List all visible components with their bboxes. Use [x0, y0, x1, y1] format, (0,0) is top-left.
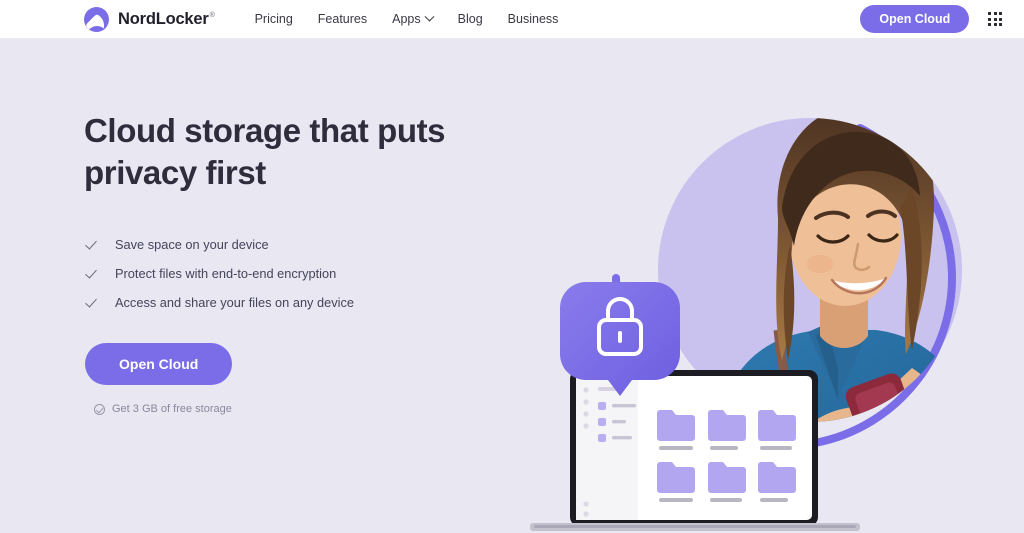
nav-item-apps[interactable]: Apps [392, 11, 435, 26]
free-storage-note: Get 3 GB of free storage [94, 403, 514, 415]
benefits-list: Save space on your device Protect files … [84, 230, 514, 317]
grid-dot [988, 22, 992, 26]
headline-line-2: privacy first [84, 154, 266, 191]
check-icon [87, 296, 100, 309]
benefit-label: Save space on your device [115, 237, 269, 252]
grid-dot [988, 12, 992, 16]
nav-label: Pricing [254, 12, 293, 26]
nav-label: Apps [392, 12, 421, 26]
nav-label: Blog [457, 12, 483, 26]
benefit-label: Protect files with end-to-end encryption [115, 266, 337, 281]
hero-open-cloud-button[interactable]: Open Cloud [85, 343, 233, 385]
header-open-cloud-button[interactable]: Open Cloud [860, 5, 970, 33]
free-storage-label: Get 3 GB of free storage [112, 403, 232, 415]
grid-dot [988, 17, 992, 21]
header-actions: Open Cloud [860, 5, 1008, 33]
hero-section: Cloud storage that puts privacy first Sa… [0, 38, 1024, 533]
brand-logo[interactable]: NordLocker® [84, 6, 215, 32]
nav-item-pricing[interactable]: Pricing [255, 12, 293, 26]
grid-dot [999, 12, 1002, 16]
hero-copy: Cloud storage that puts privacy first Sa… [84, 110, 514, 415]
circle-check-icon [94, 403, 105, 415]
list-item: Protect files with end-to-end encryption [84, 259, 514, 288]
nav-label: Features [317, 12, 368, 26]
main-navigation: Pricing Features Apps Blog Business [255, 11, 559, 26]
brand-name: NordLocker® [118, 9, 215, 28]
trademark-mark: ® [209, 12, 215, 19]
check-icon [87, 267, 100, 280]
nav-item-business[interactable]: Business [508, 12, 559, 26]
nav-item-blog[interactable]: Blog [458, 12, 483, 26]
grid-dot [999, 22, 1002, 26]
grid-dot [993, 22, 997, 26]
hero-illustration [520, 68, 990, 533]
list-item: Save space on your device [84, 230, 514, 259]
benefit-label: Access and share your files on any devic… [115, 295, 355, 310]
chevron-down-icon [424, 11, 435, 22]
page-title: Cloud storage that puts privacy first [84, 110, 514, 194]
headline-line-1: Cloud storage that puts [84, 112, 446, 149]
list-item: Access and share your files on any devic… [84, 288, 514, 317]
grid-dot [993, 12, 997, 16]
nav-label: Business [507, 12, 559, 26]
nav-item-features[interactable]: Features [318, 12, 367, 26]
site-header: NordLocker® Pricing Features Apps Blog B… [0, 0, 1024, 38]
grid-dot [999, 17, 1002, 21]
check-icon [87, 238, 100, 251]
apps-grid-icon[interactable] [988, 12, 1002, 26]
grid-dot [993, 17, 997, 21]
laptop-file-manager [530, 370, 860, 531]
nordlocker-mountain-logo [84, 6, 109, 32]
